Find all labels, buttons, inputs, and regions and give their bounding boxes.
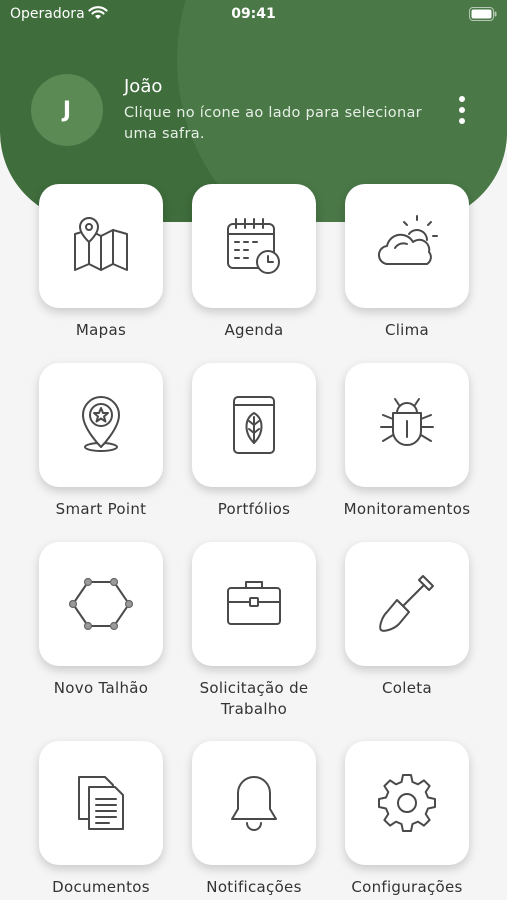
bug-icon [380, 398, 434, 446]
calendar-icon [227, 218, 280, 274]
more-options-icon[interactable] [452, 96, 472, 124]
harvest-hint: Clique no ícone ao lado para selecionar … [124, 105, 422, 142]
tile-monitoramentos[interactable] [345, 363, 469, 487]
battery-icon [469, 7, 497, 25]
bell-icon [231, 776, 277, 831]
avatar-initial: J [62, 97, 72, 123]
tile-label: Clima [384, 321, 430, 339]
weather-icon [378, 215, 438, 266]
tile-label: Notificações [206, 878, 302, 896]
tile-notificacoes[interactable] [192, 741, 316, 865]
tile-label: Configurações [351, 878, 463, 896]
shovel-icon [379, 575, 434, 632]
tile-label: Solicitação de Trabalho [199, 679, 309, 718]
tile-label: Portfólios [217, 500, 291, 518]
tile-label: Mapas [75, 321, 127, 339]
tile-agenda[interactable] [192, 184, 316, 308]
tile-solicitacao-de-trabalho[interactable] [192, 542, 316, 666]
location-star-icon [82, 396, 120, 452]
tile-coleta[interactable] [345, 542, 469, 666]
tile-label: Novo Talhão [53, 679, 149, 697]
tile-documentos[interactable] [39, 741, 163, 865]
tile-label: Documentos [52, 878, 150, 896]
tile-portfolios[interactable] [192, 363, 316, 487]
hexagon-icon [69, 577, 133, 631]
map-icon [74, 217, 128, 271]
tile-clima[interactable] [345, 184, 469, 308]
tile-novo-talhao[interactable] [39, 542, 163, 666]
gear-icon [378, 774, 436, 832]
tile-configuracoes[interactable] [345, 741, 469, 865]
tile-label: Monitoramentos [343, 500, 471, 518]
user-name: João [124, 76, 163, 97]
tile-label: Smart Point [55, 500, 147, 518]
tile-smart-point[interactable] [39, 363, 163, 487]
status-bar: Operadora 09:41 [0, 0, 507, 30]
tile-label: Agenda [224, 321, 284, 339]
tile-mapas[interactable] [39, 184, 163, 308]
clock: 09:41 [231, 6, 276, 22]
documents-icon [78, 776, 124, 830]
leaf-book-icon [233, 396, 275, 454]
avatar[interactable]: J [31, 74, 103, 146]
briefcase-icon [227, 581, 281, 625]
tile-label: Coleta [382, 679, 432, 697]
